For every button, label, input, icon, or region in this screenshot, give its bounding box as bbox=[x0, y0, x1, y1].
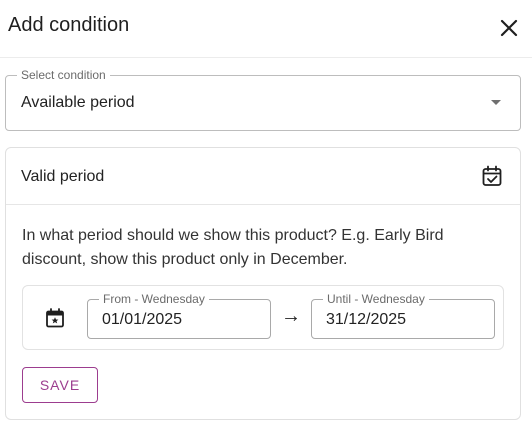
dialog-title: Add condition bbox=[8, 14, 130, 36]
date-range-picker: From - Wednesday 01/01/2025 → Until - We… bbox=[22, 285, 504, 350]
valid-period-card: Valid period In what period should we sh… bbox=[5, 147, 521, 420]
card-header[interactable]: Valid period bbox=[6, 148, 520, 205]
save-button[interactable]: SAVE bbox=[22, 367, 98, 403]
card-title: Valid period bbox=[21, 168, 105, 185]
calendar-star-icon[interactable] bbox=[45, 308, 65, 328]
from-date-value: 01/01/2025 bbox=[102, 311, 183, 328]
condition-select[interactable]: Select condition Available period bbox=[5, 68, 521, 131]
until-date-label: Until - Wednesday bbox=[323, 292, 429, 306]
from-date-field[interactable]: From - Wednesday 01/01/2025 bbox=[87, 292, 271, 339]
calendar-check-icon bbox=[482, 165, 502, 186]
from-date-label: From - Wednesday bbox=[99, 292, 209, 306]
range-arrow-icon: → bbox=[281, 305, 301, 327]
dropdown-caret-icon bbox=[491, 100, 501, 105]
dialog-header: Add condition bbox=[0, 0, 532, 58]
until-date-field[interactable]: Until - Wednesday 31/12/2025 bbox=[311, 292, 495, 339]
until-date-value: 31/12/2025 bbox=[326, 311, 407, 328]
condition-select-value: Available period bbox=[21, 94, 135, 111]
close-button[interactable] bbox=[494, 13, 524, 43]
card-description: In what period should we show this produ… bbox=[22, 227, 444, 268]
condition-select-label: Select condition bbox=[17, 68, 110, 82]
close-icon bbox=[500, 19, 518, 37]
